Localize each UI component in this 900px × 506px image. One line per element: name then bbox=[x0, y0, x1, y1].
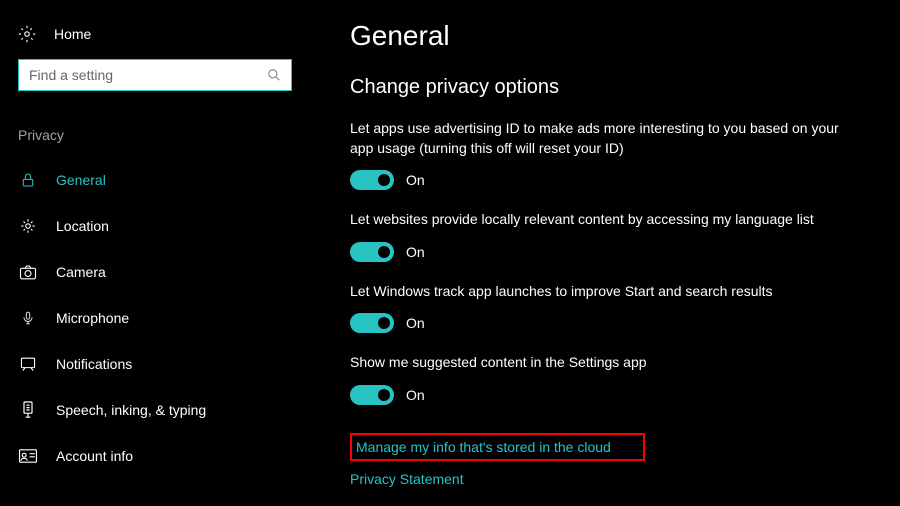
toggle-state-label: On bbox=[406, 315, 425, 331]
toggle-advertising-id[interactable] bbox=[350, 170, 394, 190]
notifications-icon bbox=[18, 354, 38, 374]
toggle-suggested-content[interactable] bbox=[350, 385, 394, 405]
setting-suggested-content: Show me suggested content in the Setting… bbox=[350, 353, 860, 405]
section-heading: Change privacy options bbox=[350, 76, 860, 99]
sidebar-item-label: Microphone bbox=[56, 310, 129, 326]
sidebar-item-camera[interactable]: Camera bbox=[0, 249, 310, 295]
setting-description: Show me suggested content in the Setting… bbox=[350, 353, 860, 373]
camera-icon bbox=[18, 262, 38, 282]
toggle-state-label: On bbox=[406, 244, 425, 260]
setting-description: Let websites provide locally relevant co… bbox=[350, 210, 860, 230]
sidebar-item-speech[interactable]: Speech, inking, & typing bbox=[0, 387, 310, 433]
sidebar-item-label: General bbox=[56, 172, 106, 188]
manage-info-link[interactable]: Manage my info that's stored in the clou… bbox=[356, 439, 611, 455]
speech-icon bbox=[18, 400, 38, 420]
setting-description: Let Windows track app launches to improv… bbox=[350, 282, 860, 302]
setting-description: Let apps use advertising ID to make ads … bbox=[350, 119, 860, 158]
toggle-app-launches[interactable] bbox=[350, 313, 394, 333]
sidebar-item-location[interactable]: Location bbox=[0, 203, 310, 249]
search-icon bbox=[267, 68, 281, 82]
sidebar-item-label: Location bbox=[56, 218, 109, 234]
sidebar-item-account[interactable]: Account info bbox=[0, 433, 310, 479]
toggle-state-label: On bbox=[406, 172, 425, 188]
highlighted-link-box: Manage my info that's stored in the clou… bbox=[350, 433, 645, 461]
toggle-language-list[interactable] bbox=[350, 242, 394, 262]
location-icon bbox=[18, 216, 38, 236]
home-label: Home bbox=[54, 26, 91, 42]
account-icon bbox=[18, 446, 38, 466]
sidebar-item-label: Notifications bbox=[56, 356, 132, 372]
sidebar-item-label: Account info bbox=[56, 448, 133, 464]
privacy-statement-link[interactable]: Privacy Statement bbox=[350, 471, 860, 487]
setting-app-launches: Let Windows track app launches to improv… bbox=[350, 282, 860, 334]
sidebar-item-label: Camera bbox=[56, 264, 106, 280]
sidebar-item-general[interactable]: General bbox=[0, 157, 310, 203]
sidebar-item-notifications[interactable]: Notifications bbox=[0, 341, 310, 387]
sidebar-item-label: Speech, inking, & typing bbox=[56, 402, 206, 418]
lock-icon bbox=[18, 170, 38, 190]
search-input-container[interactable] bbox=[18, 59, 292, 91]
search-input[interactable] bbox=[29, 67, 267, 83]
setting-advertising-id: Let apps use advertising ID to make ads … bbox=[350, 119, 860, 190]
setting-language-list: Let websites provide locally relevant co… bbox=[350, 210, 860, 262]
toggle-state-label: On bbox=[406, 387, 425, 403]
sidebar-section-label: Privacy bbox=[0, 115, 310, 157]
sidebar-item-microphone[interactable]: Microphone bbox=[0, 295, 310, 341]
page-title: General bbox=[350, 20, 860, 52]
gear-icon bbox=[18, 25, 36, 43]
home-button[interactable]: Home bbox=[0, 20, 310, 59]
microphone-icon bbox=[18, 308, 38, 328]
